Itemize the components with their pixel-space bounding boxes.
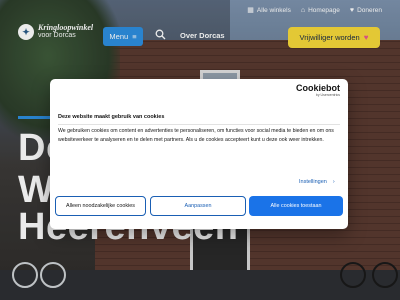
cookiebot-logo: Cookiebot by Usercentrics <box>296 83 340 99</box>
settings-link[interactable]: Instellingen › <box>299 179 335 185</box>
cookiebot-brand: Cookiebot <box>296 83 340 93</box>
cookiebot-brand-sub: by Usercentrics <box>315 93 340 97</box>
cookie-dialog: Cookiebot by Usercentrics Deze website m… <box>50 79 348 229</box>
customize-button[interactable]: Aanpassen <box>150 196 246 216</box>
allow-all-button[interactable]: Alle cookies toestaan <box>249 196 343 216</box>
chevron-right-icon: › <box>332 179 335 185</box>
settings-label: Instellingen <box>299 179 327 185</box>
cookie-dialog-title: Deze website maakt gebruik van cookies <box>58 114 165 120</box>
cookie-dialog-body: We gebruiken cookies om content en adver… <box>58 128 334 143</box>
deny-button[interactable]: Alleen noodzakelijke cookies <box>55 196 146 216</box>
divider <box>58 124 340 125</box>
